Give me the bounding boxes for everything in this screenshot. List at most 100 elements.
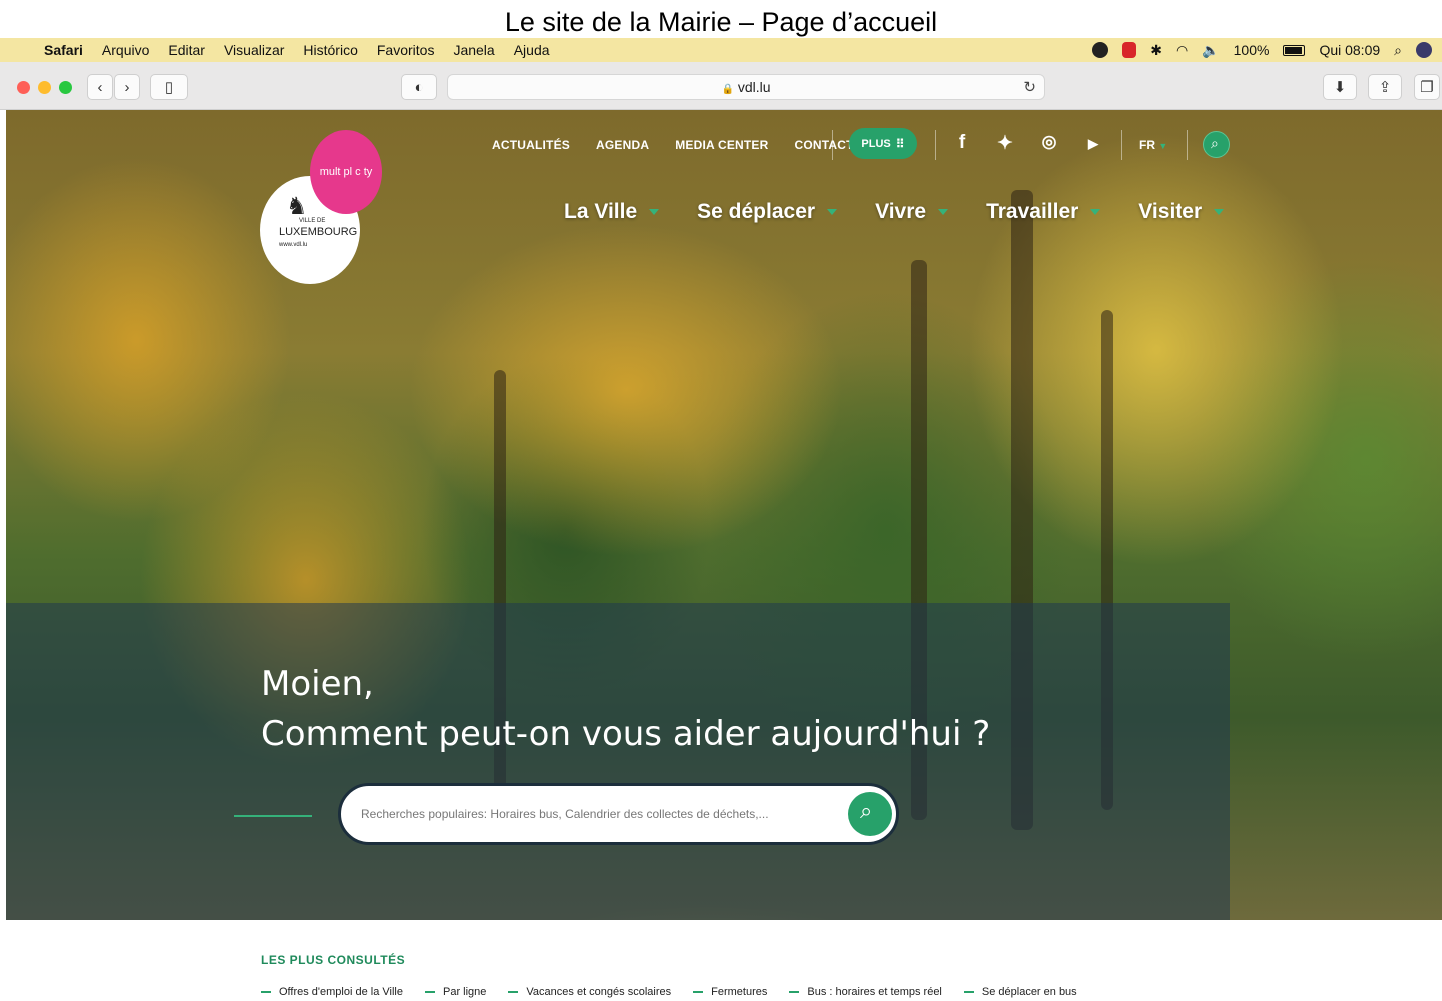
menu-app-safari[interactable]: Safari — [44, 42, 83, 58]
battery-percent[interactable]: 100% — [1234, 42, 1270, 58]
nav-actualites[interactable]: ACTUALITÉS — [492, 138, 570, 152]
divider — [935, 130, 936, 160]
divider — [1121, 130, 1122, 160]
zoom-window-button[interactable] — [59, 81, 72, 94]
downloads-button[interactable]: ⬇ — [1323, 74, 1357, 100]
clock[interactable]: Qui 08:09 — [1319, 42, 1380, 58]
status-app-icon[interactable] — [1092, 42, 1109, 58]
download-icon: ⬇ — [1333, 79, 1347, 96]
privacy-report-button[interactable]: ◐ — [401, 74, 437, 100]
quick-link[interactable]: Vacances et congés scolaires — [508, 986, 671, 998]
dash-icon — [963, 991, 974, 993]
quick-link[interactable]: Par ligne — [424, 986, 487, 998]
nav-la-ville[interactable]: La Ville — [564, 200, 660, 224]
tabs-overview-button[interactable]: ❐ — [1414, 74, 1440, 100]
spotlight-icon[interactable]: ⌕ — [1394, 42, 1402, 59]
battery-icon[interactable] — [1283, 44, 1306, 56]
siri-icon[interactable] — [1416, 42, 1432, 58]
quick-link[interactable]: Se déplacer en bus — [963, 986, 1077, 998]
nav-contact[interactable]: CONTACT — [795, 138, 854, 152]
nav-label: La Ville — [564, 200, 638, 223]
share-icon: ⇪ — [1378, 79, 1392, 96]
grid-icon: ⠿ — [895, 136, 905, 151]
chevron-down-icon: ▼ — [1158, 141, 1168, 151]
greeting: Moien, Comment peut-on vous aider aujour… — [261, 659, 990, 759]
menu-favoritos[interactable]: Favoritos — [377, 42, 435, 58]
multiplicity-badge[interactable]: mult pl c ty — [310, 130, 382, 214]
lock-icon: 🔒 — [721, 84, 734, 95]
status-red-app-icon[interactable] — [1122, 42, 1137, 58]
quick-link-label: Se déplacer en bus — [981, 986, 1077, 998]
nav-se-deplacer[interactable]: Se déplacer — [697, 200, 838, 224]
sidebar-icon: ▯ — [164, 79, 174, 96]
logo-line3: www.vdl.lu — [279, 242, 308, 248]
forward-button[interactable]: › — [114, 74, 140, 100]
quick-link[interactable]: Fermetures — [693, 986, 767, 998]
tabs-icon: ❐ — [1420, 79, 1434, 96]
search-icon: ⌕ — [1211, 135, 1219, 151]
wifi-icon[interactable]: ◠ — [1176, 42, 1188, 59]
nav-vivre[interactable]: Vivre — [875, 200, 949, 224]
search-icon: ⌕ — [860, 798, 873, 823]
search-bar[interactable]: ⌕ — [338, 783, 899, 845]
menu-ajuda[interactable]: Ajuda — [514, 42, 550, 58]
quick-link[interactable]: Bus : horaires et temps réel — [789, 986, 942, 998]
nav-visiter[interactable]: Visiter — [1138, 200, 1225, 224]
twitter-icon[interactable]: ✦ — [993, 132, 1017, 155]
search-input[interactable] — [361, 800, 831, 828]
share-button[interactable]: ⇪ — [1368, 74, 1402, 100]
menu-arquivo[interactable]: Arquivo — [102, 42, 149, 58]
page-caption: Le site de la Mairie – Page d’accueil — [504, 7, 938, 37]
divider — [832, 130, 833, 160]
nav-travailler[interactable]: Travailler — [986, 200, 1101, 224]
dash-icon — [693, 991, 704, 993]
plus-button[interactable]: PLUS ⠿ — [849, 128, 917, 159]
language-code: FR — [1139, 138, 1155, 152]
hero-banner: ACTUALITÉS AGENDA MEDIA CENTER CONTACT P… — [6, 110, 1442, 920]
chevron-left-icon: ‹ — [97, 78, 103, 96]
utility-nav: ACTUALITÉS AGENDA MEDIA CENTER CONTACT — [492, 138, 880, 152]
shield-icon: ◐ — [414, 78, 424, 96]
nav-media-center[interactable]: MEDIA CENTER — [675, 138, 768, 152]
youtube-icon[interactable]: ▶ — [1081, 132, 1105, 156]
accent-line — [234, 815, 312, 817]
nav-label: Vivre — [875, 200, 927, 223]
nav-agenda[interactable]: AGENDA — [596, 138, 649, 152]
quick-link-label: Bus : horaires et temps réel — [807, 986, 942, 998]
macos-menubar: Safari Arquivo Editar Visualizar Históri… — [0, 38, 1442, 62]
instagram-icon[interactable]: ◎ — [1037, 132, 1061, 152]
menu-historico[interactable]: Histórico — [303, 42, 357, 58]
bluetooth-icon[interactable]: ✱ — [1150, 42, 1162, 59]
nav-label: Se déplacer — [697, 200, 816, 223]
menu-editar[interactable]: Editar — [168, 42, 205, 58]
url-text: vdl.lu — [737, 79, 771, 95]
facebook-icon[interactable]: f — [950, 132, 974, 154]
chevron-down-icon — [649, 209, 660, 215]
back-button[interactable]: ‹ — [87, 74, 113, 100]
quick-link-label: Par ligne — [442, 986, 487, 998]
window-controls — [17, 81, 72, 94]
sidebar-button[interactable]: ▯ — [150, 74, 188, 100]
quick-link-label: Offres d'emploi de la Ville — [279, 986, 403, 998]
quick-link[interactable]: Offres d'emploi de la Ville — [261, 986, 403, 998]
volume-icon[interactable]: 🔈 — [1202, 42, 1219, 59]
chevron-down-icon — [1090, 209, 1101, 215]
dash-icon — [424, 991, 435, 993]
reload-icon[interactable]: ↻ — [1023, 75, 1036, 100]
menu-visualizar[interactable]: Visualizar — [224, 42, 284, 58]
menu-janela[interactable]: Janela — [453, 42, 494, 58]
browser-toolbar: ‹ › ▯ ◐ 🔒 vdl.lu ↻ ⬇ ⇪ ❐ — [0, 62, 1442, 110]
quick-link-label: Vacances et congés scolaires — [526, 986, 672, 998]
close-window-button[interactable] — [17, 81, 30, 94]
address-bar[interactable]: 🔒 vdl.lu ↻ — [447, 74, 1045, 100]
chevron-right-icon: › — [124, 78, 130, 96]
chevron-down-icon — [1214, 209, 1225, 215]
search-panel — [6, 603, 1230, 920]
minimize-window-button[interactable] — [38, 81, 51, 94]
chevron-down-icon — [827, 209, 838, 215]
search-submit-button[interactable]: ⌕ — [848, 792, 892, 836]
search-button-top[interactable]: ⌕ — [1203, 131, 1230, 158]
main-nav: La Ville Se déplacer Vivre Travailler Vi… — [564, 200, 1262, 224]
logo-line1: VILLE DE — [299, 218, 326, 224]
language-selector[interactable]: FR ▼ — [1139, 138, 1167, 152]
